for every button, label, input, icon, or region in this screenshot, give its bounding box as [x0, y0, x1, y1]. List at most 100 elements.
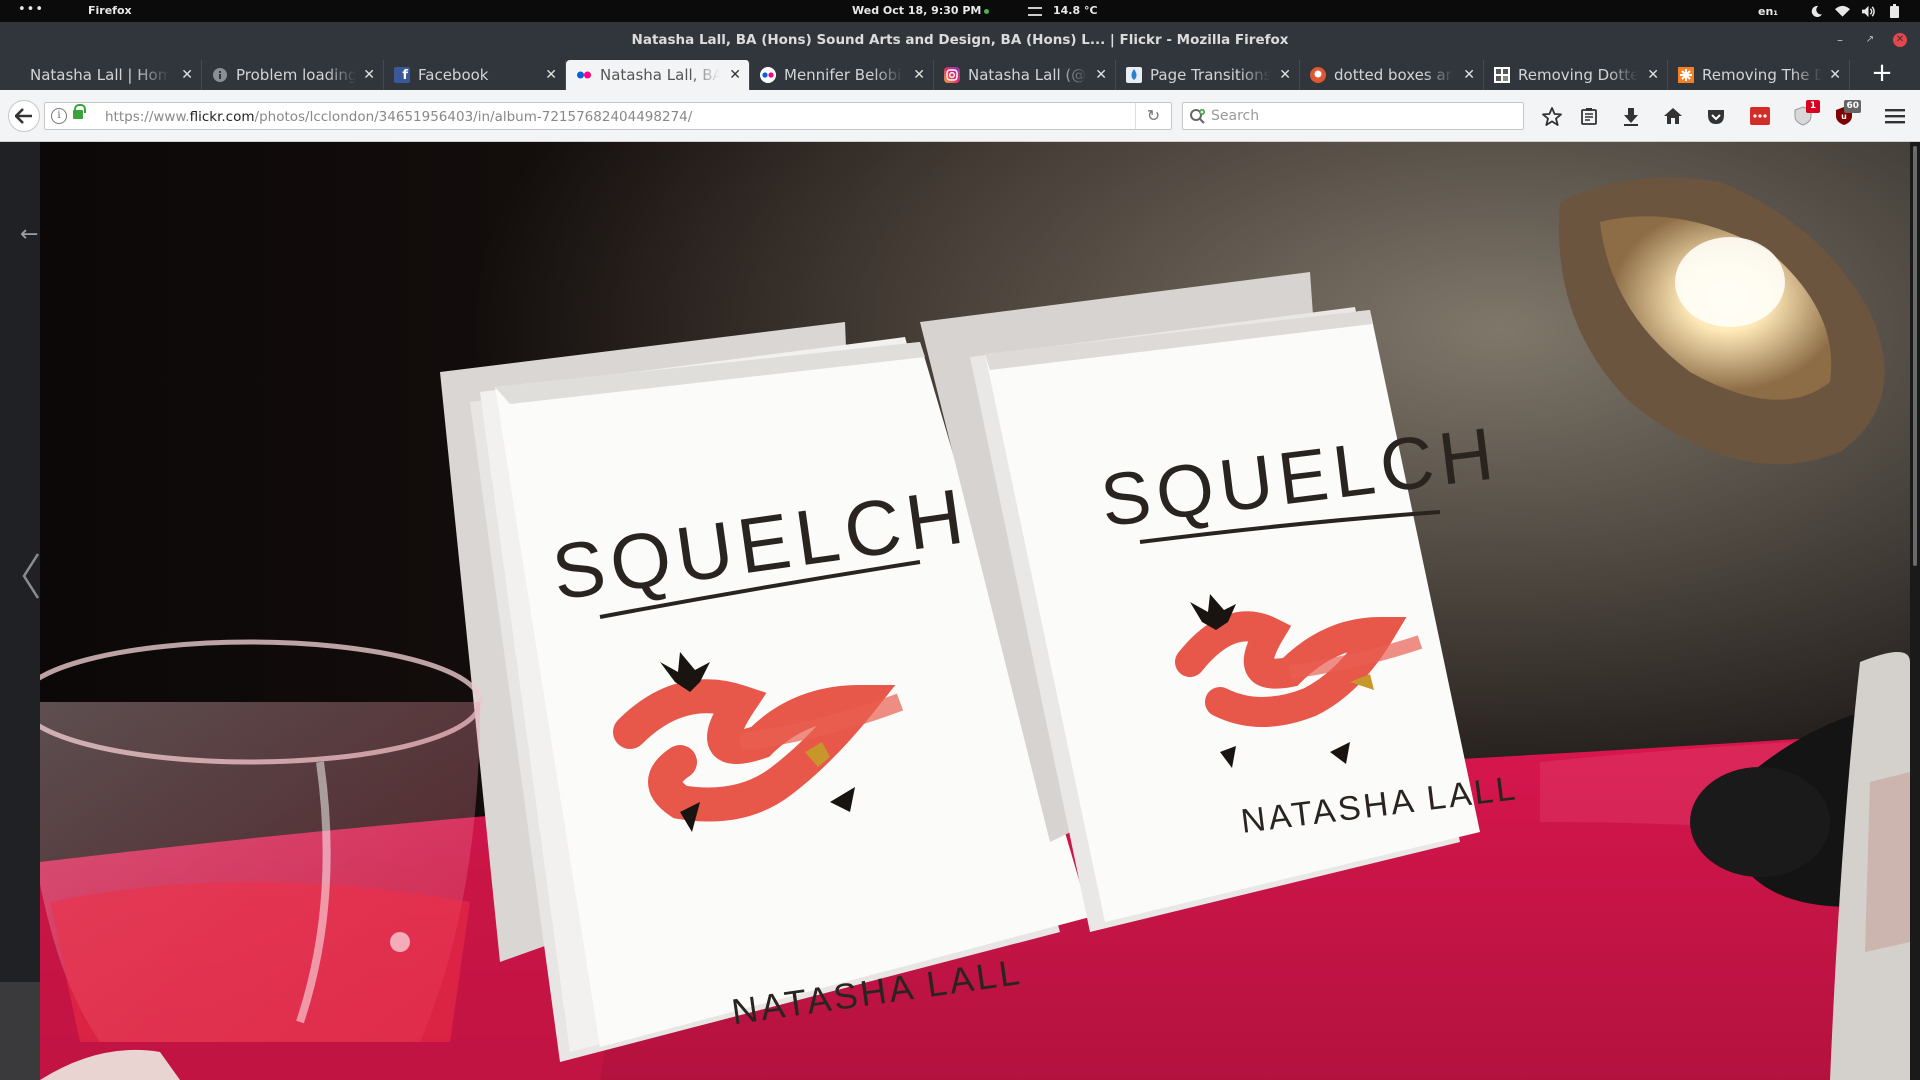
night-light-icon — [1808, 3, 1824, 19]
tab-problem-loading[interactable]: Problem loading page ✕ — [202, 60, 384, 90]
tab-close-icon[interactable]: ✕ — [181, 67, 193, 83]
tab-dotted-boxes[interactable]: dotted boxes around ✕ — [1300, 60, 1484, 90]
weather-icon — [1028, 7, 1042, 16]
drop-icon — [1126, 67, 1142, 83]
url-domain: flickr.com — [189, 109, 255, 125]
viewer-left-lower-panel — [0, 982, 40, 1080]
tab-natasha-lall-home[interactable]: Natasha Lall | Home ✕ — [20, 60, 202, 90]
asterisk-icon — [1678, 67, 1694, 83]
tab-close-icon[interactable]: ✕ — [729, 67, 741, 83]
battery-icon — [1886, 3, 1902, 19]
lastpass-extension-button[interactable] — [1745, 102, 1775, 130]
tab-removing-dotted[interactable]: Removing Dotted ✕ — [1484, 60, 1668, 90]
tab-close-icon[interactable]: ✕ — [1463, 67, 1475, 83]
search-input[interactable] — [1211, 107, 1511, 125]
url-prefix: https://www. — [105, 109, 190, 125]
info-icon — [212, 67, 228, 83]
home-icon — [1664, 108, 1682, 124]
reading-list-button[interactable] — [1574, 102, 1604, 130]
secure-lock-icon[interactable] — [73, 104, 86, 119]
tab-facebook[interactable]: f Facebook ✕ — [384, 60, 566, 90]
tab-strip: Natasha Lall | Home ✕ Problem loading pa… — [0, 58, 1920, 90]
tab-close-icon[interactable]: ✕ — [363, 67, 375, 83]
clock[interactable]: Wed Oct 18, 9:30 PM — [852, 4, 981, 17]
tab-label: dotted boxes around — [1334, 66, 1454, 84]
tab-label: Removing The Dotted — [1702, 66, 1822, 84]
tab-label: Page Transitions — [1150, 66, 1270, 84]
previous-photo-chevron-icon[interactable] — [22, 552, 40, 600]
wine-glass — [40, 639, 483, 1080]
site-info-icon[interactable]: i — [51, 108, 67, 124]
scrollbar-thumb[interactable] — [1913, 146, 1917, 566]
reload-button[interactable]: ↻ — [1135, 103, 1171, 129]
navigation-toolbar: i https://www.flickr.com/photos/lcclondo… — [0, 90, 1920, 142]
app-menu[interactable]: Firefox — [88, 4, 132, 17]
back-button[interactable] — [8, 100, 40, 132]
system-tray[interactable] — [1808, 3, 1902, 19]
privacy-badge-count: 1 — [1806, 100, 1820, 113]
privacy-badger-button[interactable]: 1 — [1788, 100, 1820, 130]
download-arrow-icon — [1624, 107, 1638, 126]
keyboard-layout-indicator[interactable]: en₁ — [1758, 5, 1778, 18]
bookmark-star-button[interactable] — [1537, 102, 1567, 130]
tab-label: Facebook — [418, 66, 489, 84]
weather-readout[interactable]: 14.8 °C — [1053, 4, 1098, 17]
flickr-icon — [760, 67, 776, 83]
search-bar[interactable] — [1182, 102, 1524, 130]
tab-label: Natasha Lall (@lit — [968, 66, 1088, 84]
url-path: /photos/lcclondon/34651956403/in/album-7… — [254, 109, 693, 125]
grid-icon — [1494, 67, 1510, 83]
ublock-badge-count: 60 — [1844, 100, 1861, 113]
wifi-icon — [1834, 3, 1850, 19]
search-icon — [1190, 109, 1205, 124]
tab-close-icon[interactable]: ✕ — [1279, 67, 1291, 83]
viewer-left-margin — [0, 142, 40, 1080]
system-top-bar: ••• Firefox Wed Oct 18, 9:30 PM 14.8 °C … — [0, 0, 1920, 22]
tab-label: Natasha Lall, BA (Hons) — [600, 66, 720, 84]
arrow-left-icon — [15, 108, 32, 124]
tab-close-icon[interactable]: ✕ — [1095, 67, 1107, 83]
tab-label: Mennifer Belobi — [784, 66, 902, 84]
flickr-photo-viewer: ← SQUELCH NATASHA LALL SQUELCH NATASHA L… — [0, 142, 1920, 1080]
tab-close-icon[interactable]: ✕ — [1829, 67, 1841, 83]
svg-text:u: u — [1841, 112, 1847, 121]
flickr-icon — [576, 67, 592, 83]
window-title-bar[interactable]: Natasha Lall, BA (Hons) Sound Arts and D… — [0, 22, 1920, 58]
tab-flickr-active[interactable]: Natasha Lall, BA (Hons) ✕ — [566, 60, 750, 90]
facebook-icon: f — [394, 67, 410, 83]
main-photo[interactable]: SQUELCH NATASHA LALL SQUELCH NATASHA LAL… — [40, 142, 1910, 1080]
tab-close-icon[interactable]: ✕ — [913, 67, 925, 83]
url-text[interactable]: https://www.flickr.com/photos/lcclondon/… — [105, 109, 692, 125]
tab-removing-the-dotted[interactable]: Removing The Dotted ✕ — [1668, 60, 1850, 90]
open-menu-button[interactable] — [1880, 102, 1910, 130]
lastpass-icon — [1750, 107, 1770, 125]
page-scrollbar[interactable] — [1910, 142, 1920, 1080]
duckduckgo-icon — [1310, 67, 1326, 83]
clipboard-icon — [1581, 108, 1597, 125]
ublock-button[interactable]: u 60 — [1829, 100, 1861, 130]
activities-button[interactable]: ••• — [18, 2, 44, 17]
volume-icon — [1860, 3, 1876, 19]
tab-label: Removing Dotted — [1518, 66, 1638, 84]
back-to-album-arrow-icon[interactable]: ← — [20, 222, 38, 247]
pocket-button[interactable] — [1701, 102, 1731, 130]
tab-label: Natasha Lall | Home — [30, 66, 170, 84]
minimize-button[interactable]: – — [1833, 33, 1847, 47]
window-title: Natasha Lall, BA (Hons) Sound Arts and D… — [631, 32, 1289, 48]
tab-close-icon[interactable]: ✕ — [1647, 67, 1659, 83]
tab-close-icon[interactable]: ✕ — [545, 67, 557, 83]
downloads-button[interactable] — [1616, 102, 1646, 130]
close-window-button[interactable]: ✕ — [1893, 33, 1907, 47]
tab-label: Problem loading page — [236, 66, 356, 84]
tab-page-transitions[interactable]: Page Transitions ✕ — [1116, 60, 1300, 90]
home-button[interactable] — [1658, 102, 1688, 130]
pocket-icon — [1708, 109, 1724, 124]
maximize-button[interactable]: ↗ — [1863, 33, 1877, 47]
star-icon — [1542, 106, 1562, 126]
new-tab-button[interactable]: + — [1864, 58, 1900, 90]
url-bar[interactable]: i https://www.flickr.com/photos/lcclondo… — [44, 102, 1172, 130]
instagram-icon — [944, 67, 960, 83]
tab-mennifer-belobi[interactable]: Mennifer Belobi ✕ — [750, 60, 934, 90]
tab-instagram[interactable]: Natasha Lall (@lit ✕ — [934, 60, 1116, 90]
notification-dot — [984, 9, 989, 14]
